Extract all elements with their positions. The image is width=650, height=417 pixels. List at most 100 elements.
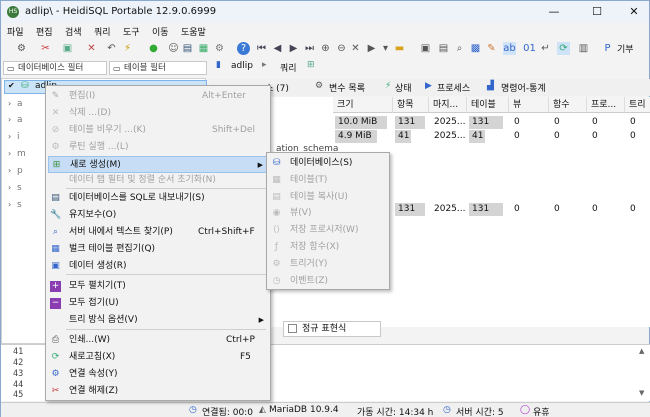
wrap-icon[interactable]: ↵ <box>539 42 552 55</box>
tree-node[interactable]: s <box>17 200 22 210</box>
table-filter-input[interactable]: ▭ 테이블 필터 <box>109 61 207 75</box>
tree-expand-icon[interactable]: › <box>8 183 11 192</box>
context-menu-item-12[interactable]: − 모두 접기(U) <box>48 295 268 312</box>
context-menu-item-7[interactable]: 🔧 유지보수(O) <box>48 207 268 224</box>
context-menu-item-4[interactable]: ⊞ 새로 생성(M) ▶ <box>48 156 268 173</box>
lightning-icon[interactable]: ⚡ <box>121 42 134 55</box>
column-header-views[interactable]: 뷰 <box>509 97 549 113</box>
context-menu-item-15[interactable]: ⟳ 새로고침(X) F5 <box>48 349 268 366</box>
brush-icon[interactable]: ✎ <box>485 42 498 55</box>
submenu-item-0[interactable]: ⛁ 데이터베이스(S) <box>269 155 387 172</box>
tree-expand-icon[interactable]: › <box>8 149 11 158</box>
import-icon[interactable]: ▤ <box>181 42 194 55</box>
column-header-triggers[interactable]: 트리 <box>625 97 650 113</box>
column-header-procedures[interactable]: 프로... <box>587 97 625 113</box>
help-icon[interactable]: ? <box>237 42 250 55</box>
context-menu-item-17[interactable]: ✂ 연결 해제(Z) <box>48 383 268 400</box>
last-icon[interactable]: ⏭ <box>303 42 316 55</box>
context-menu-item-16[interactable]: ⚙ 연결 속성(Y) <box>48 366 268 383</box>
regex-checkbox[interactable]: 정규 표현식 <box>283 321 381 337</box>
disconnect-icon[interactable]: ✂ <box>39 42 52 55</box>
donate-icon[interactable]: P <box>601 42 614 55</box>
users-icon[interactable]: ☺ <box>167 42 180 55</box>
checkbox-icon[interactable] <box>288 324 297 333</box>
menu-file[interactable]: 파일 <box>7 25 24 38</box>
new-tab-icon[interactable]: ⊞ <box>307 60 315 70</box>
menu-edit[interactable]: 편집 <box>36 25 53 38</box>
tab-processes[interactable]: 프로세스 <box>437 81 470 94</box>
chevron-down-icon[interactable]: ✔ <box>8 81 15 90</box>
tree-expand-icon[interactable]: › <box>8 115 11 124</box>
context-menu-item-6[interactable]: ▤ 데이터베이스를 SQL로 내보내기(S) <box>48 190 268 207</box>
apply-icon[interactable]: ● <box>147 42 160 55</box>
close-button[interactable]: ✕ <box>619 3 649 21</box>
save-as-icon[interactable]: ▤ <box>437 42 450 55</box>
menu-tools[interactable]: 도구 <box>123 25 140 38</box>
database-filter-input[interactable]: ▭ 데이터베이스 필터 <box>3 61 107 75</box>
tab-query[interactable]: 쿼리 <box>280 61 297 74</box>
tab-status[interactable]: 상태 <box>395 81 412 94</box>
tree-expand-icon[interactable]: › <box>8 99 11 108</box>
context-menu-item-5[interactable]: 데이터 탭 필터 및 정렬 순서 초기화(N) <box>48 172 268 189</box>
tree-expand-icon[interactable]: › <box>8 200 11 209</box>
run-icon[interactable]: ▶ <box>365 42 378 55</box>
tree-expand-icon[interactable]: › <box>8 132 11 141</box>
context-menu-item-0[interactable]: ✎ 편집(I) Alt+Enter <box>48 88 268 105</box>
folder-icon[interactable]: ▬ <box>393 42 406 55</box>
menu-search[interactable]: 검색 <box>65 25 82 38</box>
tab-variables[interactable]: 변수 목록 <box>329 81 365 94</box>
context-menu-item-10[interactable]: ▣ 데이터 생성(R) <box>48 258 268 275</box>
export-icon[interactable]: ▦ <box>197 42 210 55</box>
tree-node[interactable]: i <box>17 132 20 142</box>
tree-node[interactable]: p <box>17 166 23 176</box>
undo-icon[interactable]: ↶ <box>105 42 118 55</box>
format-icon[interactable]: ab <box>503 42 516 55</box>
context-menu-item-8[interactable]: ⌕ 서버 내에서 텍스트 찾기(P) Ctrl+Shift+F <box>48 224 268 241</box>
context-menu-item-2[interactable]: ⊘ 테이블 비우기 ...(K) Shift+Del <box>48 122 268 139</box>
dropdown-icon[interactable]: ▾ <box>379 42 392 55</box>
context-menu-item-11[interactable]: + 모두 펼치기(T) <box>48 278 268 295</box>
column-header-items[interactable]: 항목 <box>393 97 429 113</box>
tab-database[interactable]: adlip <box>231 61 253 71</box>
previous-icon[interactable]: ◀ <box>271 42 284 55</box>
column-header-tables[interactable]: 테이블 <box>467 97 509 113</box>
donate-label[interactable]: 기부 <box>617 42 634 55</box>
delete-icon[interactable]: ✕ <box>85 42 98 55</box>
tab-command-stats[interactable]: 명령어-통계 <box>501 81 546 94</box>
submenu-item-5[interactable]: ƒ 저장 함수(X) <box>269 239 387 256</box>
menu-help[interactable]: 도움말 <box>181 25 206 38</box>
submenu-item-6[interactable]: ⚙ 트리거(Y) <box>269 256 387 273</box>
context-menu-item-13[interactable]: 트리 방식 옵션(V) ▶ <box>48 312 268 329</box>
first-icon[interactable]: ⏮ <box>255 42 268 55</box>
next-icon[interactable]: ▶ <box>287 42 300 55</box>
menu-query[interactable]: 쿼리 <box>94 25 111 38</box>
context-menu-item-14[interactable]: ⎙ 인쇄...(W) Ctrl+P <box>48 332 268 349</box>
binary-icon[interactable]: 01 <box>523 42 536 55</box>
submenu-item-7[interactable]: ◷ 이벤트(Z) <box>269 273 387 290</box>
context-menu-item-3[interactable]: ⚙ 루틴 실행 ...(L) <box>48 139 268 156</box>
sync-icon[interactable]: ⟳ <box>557 42 570 55</box>
settings-icon[interactable]: ⚙ <box>213 42 226 55</box>
tree-expand-icon[interactable]: › <box>8 166 11 175</box>
maximize-button[interactable]: ☐ <box>582 3 612 21</box>
submenu-item-3[interactable]: ◉ 뷰(V) <box>269 205 387 222</box>
context-menu-item-9[interactable]: ▦ 벌크 테이블 편집기(Q) <box>48 241 268 258</box>
add-icon[interactable]: ⊕ <box>319 42 332 55</box>
tree-node[interactable]: a <box>17 99 23 109</box>
columns-icon[interactable]: ▥ <box>577 42 590 55</box>
tree-node[interactable]: a <box>17 115 23 125</box>
submenu-item-2[interactable]: ▤ 테이블 복사(U) <box>269 189 387 206</box>
tree-node[interactable]: s <box>17 183 22 193</box>
minimize-button[interactable]: — <box>539 3 569 21</box>
context-menu-item-1[interactable]: ✕ 삭제 ...(D) <box>48 105 268 122</box>
cancel-icon[interactable]: ✕ <box>349 42 362 55</box>
find-icon[interactable]: ⌕ <box>453 42 466 55</box>
submenu-item-1[interactable]: ▦ 테이블(T) <box>269 172 387 189</box>
save-icon[interactable]: ▣ <box>419 42 432 55</box>
remove-icon[interactable]: ⊖ <box>335 42 348 55</box>
column-header-functions[interactable]: 함수 <box>549 97 587 113</box>
column-header-last-modified[interactable]: 마지... <box>429 97 467 113</box>
connect-icon[interactable]: ⚙ <box>15 42 28 55</box>
scroll-up-icon[interactable]: ▲ <box>639 347 644 355</box>
tree-node[interactable]: m <box>17 149 26 159</box>
